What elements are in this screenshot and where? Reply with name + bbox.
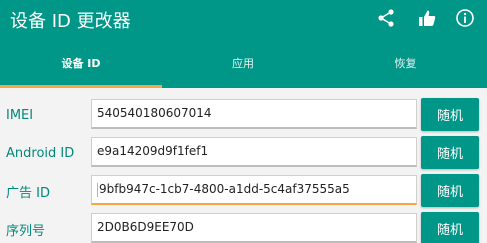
android-id-field[interactable]: e9a14209d9f1fef1 [91, 137, 417, 167]
tab-label: 设备 ID [61, 56, 101, 70]
ad-id-field[interactable]: 9bfb947c-1cb7-4800-a1dd-5c4af37555a5 [91, 175, 417, 205]
serial-random-button[interactable]: 随机 [421, 212, 479, 243]
tab-label: 恢复 [394, 56, 417, 70]
android-id-random-button[interactable]: 随机 [421, 136, 479, 169]
tab-label: 应用 [232, 56, 254, 70]
serial-field[interactable]: 2D0B6D9EE70D [91, 213, 417, 243]
imei-field[interactable]: 540540180607014 [91, 99, 417, 129]
serial-row: 序列号 2D0B6D9EE70D 随机 [0, 212, 487, 243]
imei-random-button[interactable]: 随机 [421, 98, 479, 131]
ad-id-value: 9bfb947c-1cb7-4800-a1dd-5c4af37555a5 [99, 182, 350, 196]
app-title: 设备 ID 更改器 [10, 11, 131, 32]
imei-row: IMEI 540540180607014 随机 [0, 98, 487, 132]
tab-restore[interactable]: 恢复 [324, 37, 487, 88]
app-bar: 设备 ID 更改器 [0, 0, 487, 37]
tab-indicator [0, 85, 162, 88]
tab-bar: 设备 ID 应用 恢复 [0, 37, 487, 88]
ad-id-label: 广告 ID [6, 185, 50, 201]
android-id-row: Android ID e9a14209d9f1fef1 随机 [0, 136, 487, 170]
tab-device-id[interactable]: 设备 ID [0, 37, 162, 88]
thumbs-up-icon[interactable] [415, 6, 439, 30]
info-icon[interactable] [453, 6, 477, 30]
serial-label: 序列号 [6, 223, 46, 239]
tab-apps[interactable]: 应用 [162, 37, 324, 88]
ad-id-random-button[interactable]: 随机 [421, 174, 479, 207]
text-caret [97, 182, 98, 197]
android-id-label: Android ID [6, 145, 75, 161]
imei-label: IMEI [6, 107, 34, 123]
ad-id-row: 广告 ID 9bfb947c-1cb7-4800-a1dd-5c4af37555… [0, 174, 487, 208]
share-icon[interactable] [374, 6, 398, 30]
